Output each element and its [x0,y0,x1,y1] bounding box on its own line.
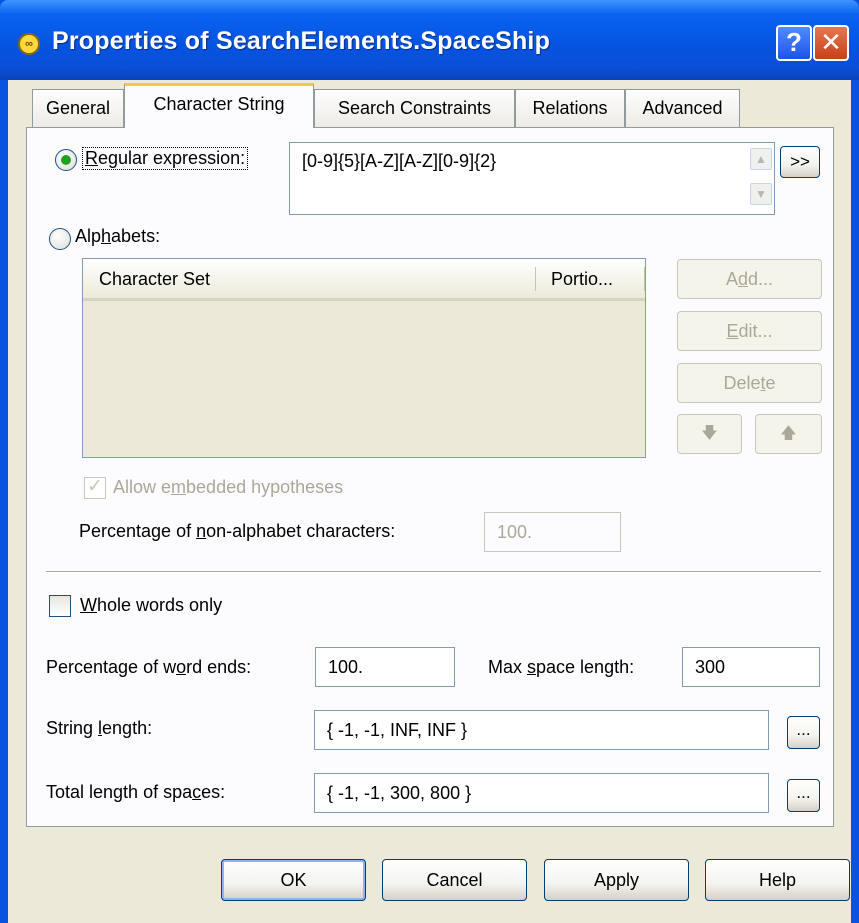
tab-advanced[interactable]: Advanced [625,89,740,127]
string-length-label: String length: [46,718,153,738]
whole-words-checkbox[interactable] [49,595,71,617]
properties-dialog: ∞ Properties of SearchElements.SpaceShip… [0,0,859,923]
title-bar[interactable]: ∞ Properties of SearchElements.SpaceShip… [0,0,859,80]
tab-character-string[interactable]: Character String [124,83,314,128]
ok-button[interactable]: OK [221,859,366,901]
app-icon: ∞ [18,33,40,55]
whole-words-label: Whole words only [80,595,223,615]
non-alphabet-label: Percentage of non-alphabet characters: [79,521,396,541]
add-button[interactable]: Add... [677,259,822,299]
regex-label: Regular expression: [82,147,249,170]
checkmark-icon: ✓ [87,476,103,497]
tab-search-constraints[interactable]: Search Constraints [314,89,515,127]
regex-radio[interactable] [55,149,77,171]
max-space-label: Max space length: [488,657,635,677]
embedded-hypotheses-label: Allow embedded hypotheses [113,477,344,497]
regex-value: [0-9]{5}[A-Z][A-Z][0-9]{2} [302,151,497,171]
help-button[interactable]: Help [705,859,850,901]
move-up-button[interactable]: 🡅 [755,414,822,454]
word-ends-input[interactable]: 100. [315,647,455,687]
non-alphabet-input[interactable]: 100. [484,512,621,552]
string-length-input[interactable]: { -1, -1, INF, INF } [314,710,769,750]
divider [46,571,821,573]
alphabets-radio[interactable] [49,228,71,250]
column-separator [535,267,536,291]
window-title: Properties of SearchElements.SpaceShip [52,27,551,55]
regex-expand-button[interactable]: >> [780,146,820,178]
tab-relations[interactable]: Relations [515,89,625,127]
list-header: Character Set Portio... [83,259,645,301]
column-portion[interactable]: Portio... [551,269,613,290]
arrow-down-icon: 🡇 [701,425,718,442]
character-set-list[interactable]: Character Set Portio... [82,258,646,458]
total-spaces-browse-button[interactable]: ... [787,779,820,812]
cancel-button[interactable]: Cancel [382,859,527,901]
regex-input[interactable]: [0-9]{5}[A-Z][A-Z][0-9]{2} ▲ ▼ [289,142,775,215]
column-character-set[interactable]: Character Set [99,269,210,290]
close-button[interactable]: ✕ [813,25,849,61]
embedded-hypotheses-checkbox[interactable]: ✓ [84,476,106,499]
move-down-button[interactable]: 🡇 [677,414,742,454]
scroll-down-icon[interactable]: ▼ [750,183,772,205]
help-title-button[interactable]: ? [776,25,812,61]
string-length-browse-button[interactable]: ... [787,716,820,749]
apply-button[interactable]: Apply [544,859,689,901]
word-ends-label: Percentage of word ends: [46,657,252,677]
edit-button[interactable]: Edit... [677,311,822,351]
arrow-up-icon: 🡅 [780,425,797,442]
alphabets-label: Alphabets: [75,226,161,246]
radio-selected-dot [61,155,71,165]
scroll-up-icon[interactable]: ▲ [750,148,772,170]
total-spaces-label: Total length of spaces: [46,782,226,802]
delete-button[interactable]: Delete [677,363,822,403]
total-spaces-input[interactable]: { -1, -1, 300, 800 } [314,773,769,813]
tab-general[interactable]: General [32,89,124,127]
max-space-input[interactable]: 300 [682,647,820,687]
column-separator [644,267,645,291]
